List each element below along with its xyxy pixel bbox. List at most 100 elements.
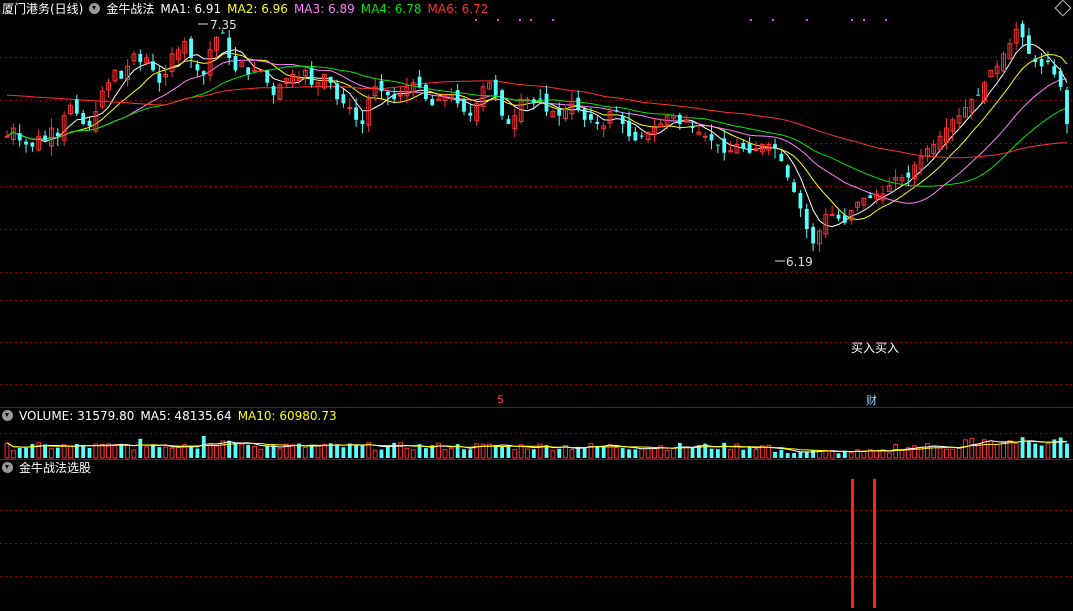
stock-name: 厦门港务(日线) (2, 2, 84, 16)
volume-bar-up (175, 446, 181, 459)
top-marker-dot (772, 19, 774, 21)
volume-bar-up (290, 444, 296, 459)
candle-body-down (151, 61, 155, 71)
volume-ma10: MA10: 60980.73 (237, 409, 337, 423)
candle-body-down (271, 86, 276, 96)
volume-bar-down (43, 444, 47, 458)
volume-bar-down (347, 443, 352, 458)
volume-bar-down (779, 449, 784, 458)
volume-bar-up (988, 440, 994, 459)
chart-stage[interactable]: 厦门港务(日线) 金牛战法 MA1: 6.91 MA2: 6.96 MA3: 6.89 M… (0, 0, 1073, 611)
top-marker-dot (885, 19, 887, 21)
volume-bar-up (474, 443, 480, 459)
top-marker-dot (863, 19, 865, 21)
volume-bar-down (468, 449, 473, 458)
ma1-label: MA1: 6.91 (160, 2, 222, 16)
volume-bar-down (335, 444, 339, 458)
volume-bar-down (722, 442, 727, 458)
kline-chart-svg[interactable] (0, 0, 1073, 611)
volume-bar-up (169, 447, 175, 459)
volume-bar-down (690, 447, 695, 458)
candle-body-down (576, 97, 581, 110)
candle-body-down (341, 94, 346, 104)
signal-name: 金牛战法选股 (19, 461, 92, 475)
signal-dropdown-icon[interactable] (2, 462, 13, 473)
candle-body-down (741, 142, 746, 149)
candle-body-down (804, 208, 809, 230)
volume-bar-up (1013, 443, 1019, 459)
candle-body-down (24, 141, 28, 145)
volume-bar-up (372, 449, 378, 459)
volume-bar-up (49, 448, 54, 459)
volume-bar-down (627, 449, 631, 458)
volume-ma10-line (6, 440, 1068, 453)
candle-body-down (639, 135, 644, 137)
candle-body-down (538, 98, 543, 100)
volume-bar-down (741, 449, 746, 458)
volume-bar-up (728, 449, 733, 459)
volume-bar-up (613, 447, 619, 459)
volume-bar-up (874, 450, 879, 459)
volume-bar-down (385, 445, 390, 458)
indicator-dropdown-icon[interactable] (89, 3, 101, 14)
candle-body-down (589, 114, 593, 120)
volume-bar-up (315, 445, 321, 459)
candle-body-down (195, 64, 200, 71)
candle-body-down (627, 120, 631, 137)
top-marker-dot (519, 19, 521, 21)
candle-body-down (468, 112, 473, 116)
candle-body-down (506, 119, 511, 124)
high-price-label: 7.35 (210, 18, 237, 32)
volume-dropdown-icon[interactable] (2, 410, 13, 421)
volume-bar-down (151, 444, 155, 458)
candle-body-down (792, 182, 796, 192)
candle-body-down (595, 121, 600, 124)
low-price-label: 6.19 (786, 255, 813, 269)
volume-bar-up (899, 449, 905, 459)
candle-body-down (836, 214, 841, 219)
candle-body-down (976, 94, 981, 96)
volume-value: VOLUME: 31579.80 (19, 409, 135, 423)
volume-bar-down (557, 448, 562, 458)
volume-bar-down (595, 446, 600, 458)
volume-bar-down (493, 446, 498, 458)
candle-body-down (424, 84, 428, 100)
top-marker-dot (475, 19, 477, 21)
top-marker-dot (530, 19, 532, 21)
volume-bar-up (321, 444, 327, 459)
candle-body-down (633, 131, 638, 141)
indicator-name[interactable]: 金牛战法 (106, 2, 154, 16)
volume-bar-up (512, 449, 518, 459)
candle-body-down (227, 37, 232, 59)
volume-bar-down (189, 445, 193, 458)
candle-body-down (1046, 60, 1050, 63)
volume-bar-up (93, 443, 99, 459)
volume-bar-up (848, 452, 854, 459)
candle-body-down (1033, 58, 1038, 63)
ma3-label: MA3: 6.89 (293, 2, 355, 16)
volume-bar-up (131, 449, 137, 459)
volume-bar-down (1033, 443, 1038, 458)
volume-bar-up (68, 445, 73, 459)
volume-bar-up (550, 449, 556, 459)
volume-bar-down (1065, 443, 1069, 458)
volume-bar-down (601, 446, 606, 458)
buy-signal-label: 买入买入 (851, 341, 900, 355)
volume-bar-down (1027, 440, 1031, 458)
volume-bar-up (652, 447, 657, 459)
candle-body-up (702, 135, 708, 138)
candle-body-down (43, 135, 47, 141)
marker-cai[interactable]: 财 (866, 392, 877, 408)
candle-body-up (4, 135, 10, 138)
candle-body-down (500, 90, 504, 116)
marker-s[interactable]: S (497, 393, 504, 406)
volume-bar-down (531, 449, 536, 458)
candle-body-down (265, 70, 270, 83)
volume-bar-up (569, 448, 575, 459)
candle-body-down (582, 108, 587, 120)
candle-body-down (201, 71, 206, 75)
volume-bar-up (442, 449, 448, 459)
volume-bar-up (994, 444, 1000, 459)
volume-bar-down (87, 448, 92, 458)
volume-bar-up (671, 448, 676, 459)
